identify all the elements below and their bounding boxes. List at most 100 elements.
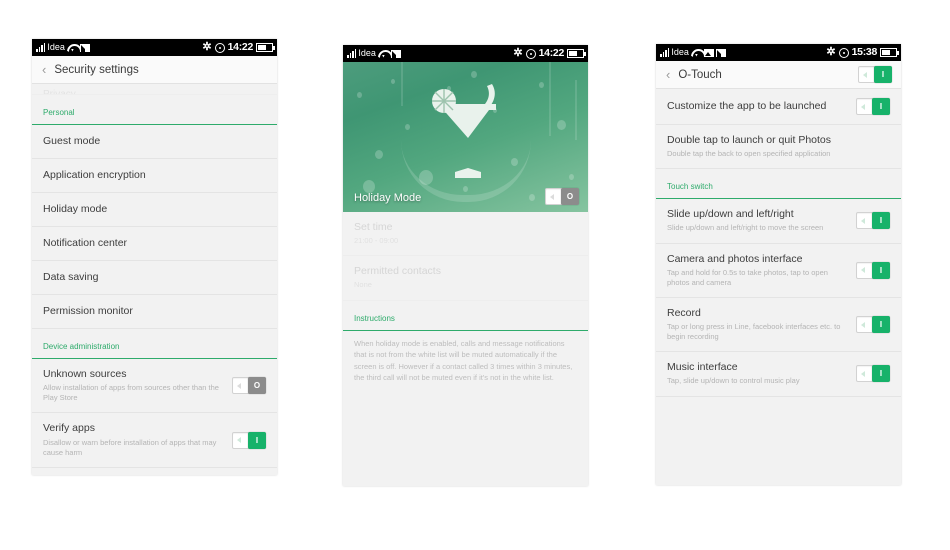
battery-icon (567, 49, 586, 58)
row-title: Music interface (667, 361, 738, 374)
water-drop (539, 82, 544, 88)
status-bar-right: ✲ 14:22 (202, 41, 275, 54)
section-header-label: Device administration (43, 342, 120, 351)
toggle-music-interface[interactable]: I (856, 365, 890, 383)
list-item-unknown-sources[interactable]: Unknown sources Allow installation of ap… (32, 359, 277, 414)
water-drop (471, 71, 477, 78)
list-item[interactable]: Holiday mode (32, 193, 277, 227)
row-subtitle: Tap or long press in Line, facebook inte… (667, 322, 841, 342)
row-subtitle: Slide up/down and left/right to move the… (667, 223, 824, 233)
toggle-knob: I (872, 316, 890, 334)
row-texts: Permission monitor (43, 305, 266, 318)
wifi-icon (378, 49, 389, 58)
status-bar-left: Idea (347, 48, 408, 59)
list-item-permitted-contacts[interactable]: Permitted contacts None (343, 256, 588, 301)
carrier-label: Idea (358, 48, 376, 58)
row-title: Holiday mode (43, 202, 108, 215)
toggle-camera-photos[interactable]: I (856, 261, 890, 279)
status-bar-right: ✲ 14:22 (513, 47, 586, 59)
toggle-record[interactable]: I (856, 316, 890, 334)
toggle-unknown-sources[interactable]: O (232, 377, 266, 395)
row-title: Permitted contacts (354, 265, 441, 278)
title-bar: ‹ O-Touch I (656, 61, 901, 89)
bluetooth-icon: ✲ (513, 47, 523, 59)
phone-screen-security-settings: Idea ✲ 14:22 ‹ Security settings Privacy… (32, 39, 277, 475)
toggle-verify-apps[interactable]: I (232, 431, 266, 449)
list-item-customize-app[interactable]: Customize the app to be launched I (656, 89, 901, 125)
water-drop (405, 124, 410, 130)
row-texts: Application encryption (43, 169, 266, 182)
list-item-music-interface[interactable]: Music interface Tap, slide up/down to co… (656, 352, 901, 397)
clock-label: 14:22 (227, 41, 254, 54)
row-title: Application encryption (43, 168, 146, 181)
water-drop (375, 150, 383, 159)
row-subtitle: Disallow or warn before installation of … (43, 437, 217, 457)
row-texts: Permitted contacts None (354, 265, 577, 290)
water-streak (401, 62, 403, 106)
list-item[interactable]: Guest mode (32, 125, 277, 159)
toggle-o-touch-master[interactable]: I (858, 66, 892, 83)
list-item[interactable]: Notification center (32, 227, 277, 261)
wifi-icon (691, 48, 702, 57)
back-chevron-icon[interactable]: ‹ (42, 63, 46, 76)
list-item-partial[interactable]: Privacy (32, 84, 277, 95)
list-item-set-time[interactable]: Set time 21:00 - 09:00 (343, 212, 588, 257)
page-title: Security settings (54, 63, 139, 76)
row-texts: Record Tap or long press in Line, facebo… (667, 307, 856, 342)
cocktail-glass-icon (431, 84, 496, 178)
list-item-double-tap[interactable]: Double tap to launch or quit Photos Doub… (656, 125, 901, 170)
toggle-knob: I (872, 98, 890, 115)
photo-icon (703, 48, 714, 57)
instructions-body: When holiday mode is enabled, calls and … (354, 338, 573, 383)
toggle-customize-app[interactable]: I (856, 98, 890, 115)
water-streak (549, 62, 551, 136)
list-item[interactable]: Application encryption (32, 159, 277, 193)
status-bar: Idea ✲ 14:22 (343, 45, 588, 62)
row-texts: Guest mode (43, 135, 266, 148)
title-bar: ‹ Security settings (32, 56, 277, 84)
mail-icon (715, 48, 733, 58)
list-item-verify-apps[interactable]: Verify apps Disallow or warn before inst… (32, 413, 277, 468)
toggle-holiday-mode[interactable]: O (545, 188, 579, 205)
row-texts: Data saving (43, 271, 266, 284)
toggle-slide[interactable]: I (856, 212, 890, 230)
status-bar-left: Idea (660, 48, 733, 58)
row-title: Guest mode (43, 134, 101, 147)
list-item-record[interactable]: Record Tap or long press in Line, facebo… (656, 298, 901, 353)
partial-row-label: Privacy (43, 89, 76, 95)
holiday-mode-list: Set time 21:00 - 09:00 Permitted contact… (343, 212, 588, 394)
toggle-knob: I (874, 66, 892, 83)
row-subtitle: Allow installation of apps from sources … (43, 383, 219, 403)
phone-screen-o-touch: Idea ✲ 15:38 ‹ O-Touch I Customize the a… (656, 44, 901, 485)
battery-icon (256, 43, 275, 52)
row-texts: Set time 21:00 - 09:00 (354, 221, 577, 246)
row-title: Slide up/down and left/right (667, 208, 794, 221)
list-item[interactable]: Data saving (32, 261, 277, 295)
mail-icon (79, 43, 97, 53)
list-item-camera-photos[interactable]: Camera and photos interface Tap and hold… (656, 244, 901, 298)
battery-icon (880, 48, 899, 57)
status-bar-left: Idea (36, 43, 97, 53)
section-header-label: Instructions (354, 313, 395, 323)
row-texts: Slide up/down and left/right Slide up/do… (667, 208, 856, 233)
signal-icon (660, 48, 670, 57)
row-title: Record (667, 306, 701, 319)
mail-icon (390, 49, 408, 59)
row-texts: Unknown sources Allow installation of ap… (43, 368, 232, 403)
toggle-knob: I (872, 261, 890, 279)
status-bar: Idea ✲ 15:38 (656, 44, 901, 61)
list-item[interactable]: Permission monitor (32, 295, 277, 329)
back-chevron-icon[interactable]: ‹ (666, 68, 670, 81)
row-subtitle: 21:00 - 09:00 (354, 236, 399, 246)
row-texts: Camera and photos interface Tap and hold… (667, 253, 856, 288)
row-title: Notification center (43, 236, 128, 249)
list-item-slide[interactable]: Slide up/down and left/right Slide up/do… (656, 199, 901, 244)
water-drop (391, 79, 395, 84)
settings-list: Privacy Personal Guest mode Application … (32, 84, 277, 468)
water-drop (557, 120, 566, 130)
water-drop (357, 92, 362, 98)
row-texts: Holiday mode (43, 203, 266, 216)
row-title: Set time (354, 221, 393, 233)
signal-icon (36, 43, 46, 52)
toggle-knob: O (561, 188, 579, 205)
